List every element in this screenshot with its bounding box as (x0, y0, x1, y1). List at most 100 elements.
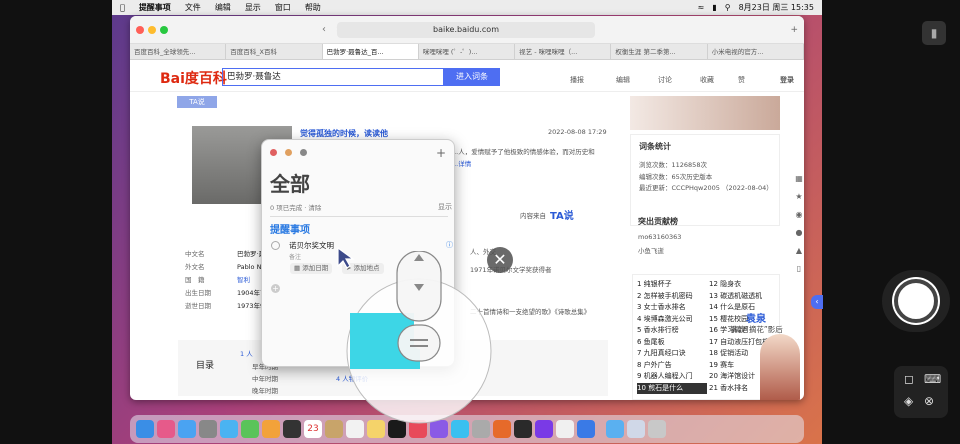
terminal-icon[interactable] (514, 420, 532, 438)
zoom-icon[interactable] (160, 25, 168, 34)
tab-active[interactable]: 巴勃罗·聂鲁达_百... (322, 44, 419, 59)
stat-edits[interactable]: 编辑次数：65次历史版本 (631, 170, 779, 182)
weibo-icon[interactable]: ◉ (792, 206, 804, 224)
promo-banner-top[interactable] (630, 96, 780, 130)
hot-item[interactable]: 7 九阳真经口诀 (637, 348, 707, 360)
address-bar[interactable]: baike.baidu.com (337, 22, 595, 38)
phone-icon[interactable]: ▯ (792, 260, 804, 278)
launchpad-icon[interactable] (157, 420, 175, 438)
photos-icon[interactable] (262, 420, 280, 438)
app-icon[interactable] (577, 420, 595, 438)
baike-logo[interactable]: Bai度百科 (160, 68, 227, 88)
minimize-icon[interactable] (148, 25, 156, 34)
nav-play[interactable]: 播报 (570, 75, 584, 85)
close-icon[interactable] (270, 149, 277, 156)
promo-text[interactable]: 攀款“摘花”影后 (730, 324, 783, 335)
zoom-icon[interactable] (300, 149, 307, 156)
qq-icon[interactable]: ▲ (792, 242, 804, 260)
hot-item[interactable]: 12 隐身衣 (709, 279, 779, 291)
search-icon[interactable]: ⚲ (725, 3, 731, 12)
mouse-icon[interactable]: ◻ (904, 372, 914, 386)
reminder-note[interactable]: 备注 (289, 252, 301, 261)
tab[interactable]: 咪哩咪哩 (゜-゜)... (419, 44, 516, 59)
settings-icon[interactable] (199, 420, 217, 438)
completed-count[interactable]: 0 项已完成 · 清除 (270, 202, 321, 212)
downloads-icon[interactable] (627, 420, 645, 438)
article-title[interactable]: 觉得孤独的时候，读读他 (300, 128, 388, 139)
tab[interactable]: 百度百科_X百科 (226, 44, 323, 59)
wifi-icon[interactable]: ≈ (698, 3, 705, 12)
contrib-user[interactable]: 小鱼飞逝 (630, 243, 780, 257)
keyboard-icon[interactable]: ⌨ (924, 372, 941, 386)
reminder-checkbox[interactable] (271, 241, 280, 250)
hot-item[interactable]: 6 鱼尾板 (637, 337, 707, 349)
signal-icon[interactable]: ▮ (922, 21, 946, 45)
maps-icon[interactable] (241, 420, 259, 438)
hot-item[interactable]: 14 什么是原石 (709, 302, 779, 314)
hot-item[interactable]: 9 机器人编程入门 (637, 371, 707, 383)
nav-edit[interactable]: 编辑 (616, 75, 630, 85)
contacts-icon[interactable] (325, 420, 343, 438)
layers-icon[interactable]: ◈ (904, 394, 913, 408)
clock[interactable]: 8月23日 周三 15:35 (739, 2, 814, 13)
hot-item[interactable]: 13 碳透机磁透机 (709, 291, 779, 303)
new-reminder-plus-icon[interactable]: + (271, 284, 280, 293)
close-icon[interactable] (136, 25, 144, 34)
hot-item[interactable]: 5 香水排行榜 (637, 325, 707, 337)
wechat-icon[interactable]: ● (792, 224, 804, 242)
search-input[interactable]: 巴勃罗·聂鲁达 (222, 68, 444, 86)
reminder-title[interactable]: 诺贝尔奖文明 (289, 240, 334, 251)
add-reminder-button[interactable]: + (436, 146, 446, 160)
calendar-icon[interactable]: ▦ (792, 170, 804, 188)
menu-app[interactable]: 提醒事项 (139, 2, 171, 13)
app-icon[interactable] (535, 420, 553, 438)
tab[interactable]: 小米电视的官方... (708, 44, 804, 59)
battery-icon[interactable]: ▮ (712, 3, 716, 12)
finder-icon[interactable] (136, 420, 154, 438)
menu-file[interactable]: 文件 (185, 2, 201, 13)
apple-icon[interactable]:  (120, 3, 125, 12)
close-overlay-button[interactable]: ✕ (487, 247, 513, 273)
hot-item[interactable]: 8 户外广告 (637, 360, 707, 372)
show-button[interactable]: 显示 (438, 202, 452, 212)
menu-edit[interactable]: 编辑 (215, 2, 231, 13)
toc-item[interactable]: 1 人 (240, 348, 253, 358)
record-button[interactable] (894, 279, 938, 323)
add-tab-icon[interactable]: + (790, 25, 798, 35)
menu-window[interactable]: 窗口 (275, 2, 291, 13)
side-expand-tab[interactable]: ‹ (811, 295, 823, 309)
login-link[interactable]: 登录 (780, 75, 794, 85)
promo-name[interactable]: 袁泉 (746, 310, 766, 325)
word-icon[interactable] (556, 420, 574, 438)
promo-avatar[interactable] (760, 334, 800, 400)
nav-like[interactable]: 赞 (738, 75, 745, 85)
virtual-joystick[interactable] (346, 250, 492, 427)
hot-item[interactable]: 3 女士香水排名 (637, 302, 707, 314)
calendar-app-icon[interactable]: 23 (304, 420, 322, 438)
toc-sub[interactable]: 中年时期 (252, 373, 278, 383)
menu-help[interactable]: 帮助 (305, 2, 321, 13)
minimize-icon[interactable] (285, 149, 292, 156)
menu-view[interactable]: 显示 (245, 2, 261, 13)
nav-collect[interactable]: 收藏 (700, 75, 714, 85)
hot-item[interactable]: 1 纯银杯子 (637, 279, 707, 291)
tab[interactable]: 视艺 - 咪哩咪哩（... (515, 44, 612, 59)
folder-icon[interactable] (606, 420, 624, 438)
facetime-icon[interactable] (283, 420, 301, 438)
back-icon[interactable]: ‹ (322, 24, 326, 35)
tab[interactable]: 权衡生涯 第二季第... (611, 44, 708, 59)
contrib-user[interactable]: mo63160363 (630, 231, 780, 243)
add-date-button[interactable]: ▦ 添加日期 (290, 263, 333, 274)
info-icon[interactable]: ⓘ (446, 240, 453, 250)
enter-entry-button[interactable]: 进入词条 (444, 68, 500, 86)
star-icon[interactable]: ★ (792, 188, 804, 206)
trash-icon[interactable] (648, 420, 666, 438)
pages-icon[interactable] (493, 420, 511, 438)
toc-sub[interactable]: 晚年时期 (252, 385, 278, 395)
nav-discuss[interactable]: 讨论 (658, 75, 672, 85)
info-value[interactable]: 智利 (237, 276, 250, 284)
hot-item[interactable]: 10 煎石是什么 (637, 382, 707, 394)
safari-icon[interactable] (178, 420, 196, 438)
hot-item[interactable]: 4 埃博森激光公司 (637, 314, 707, 326)
mail-icon[interactable] (220, 420, 238, 438)
